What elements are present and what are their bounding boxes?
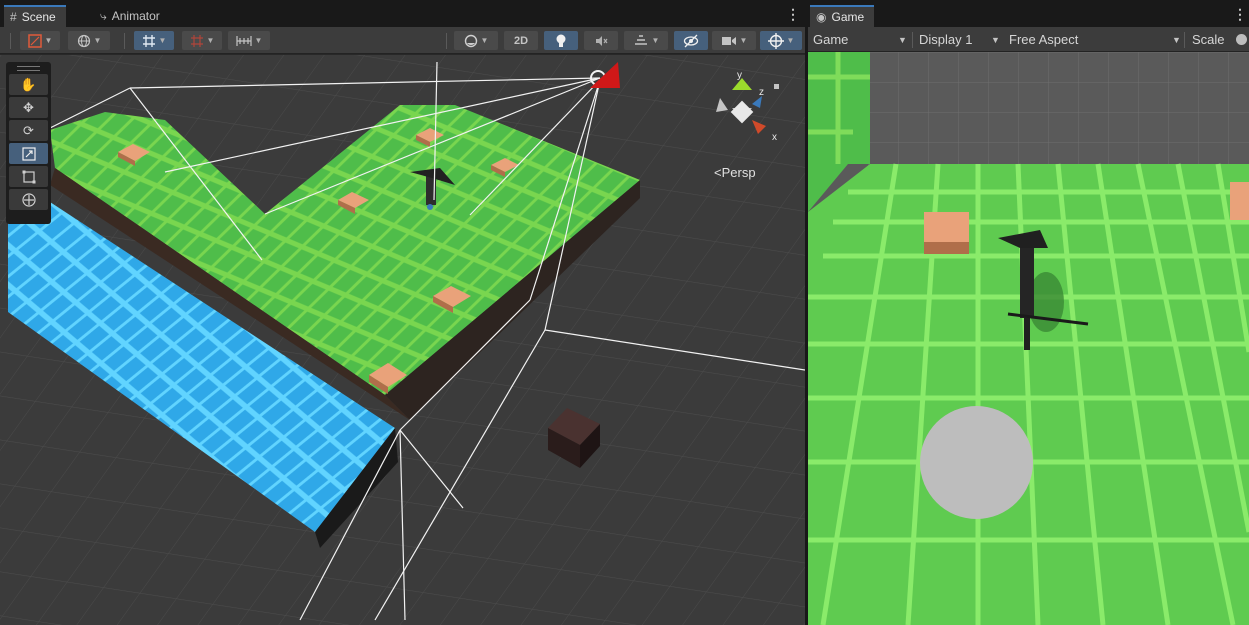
shaded-mode-icon [27,33,42,48]
camera-icon [721,36,736,45]
chevron-down-icon: ▼ [991,35,1000,45]
hand-icon: ✋ [20,76,37,92]
scene-render [0,55,805,625]
grid-hash-icon: # [10,9,17,24]
scene-visibility-button[interactable] [674,31,708,50]
game-viewport[interactable] [808,52,1249,625]
chevron-down-icon: ▼ [44,36,53,45]
projection-toggle[interactable]: <Persp [714,165,756,180]
game-crate [924,212,969,254]
speaker-muted-icon [596,35,608,46]
tab-game[interactable]: ◉ Game [810,5,875,27]
chevron-down-icon: ▼ [786,36,795,45]
light-bulb-icon [556,34,566,47]
rect-transform-icon [22,170,35,183]
scene-window: # Scene ⤷ Animator ⋮ ▼ ▼ ▼ ▼ ▼ ▼ 2D ▼ ▼ … [0,0,805,625]
chevron-down-icon: ▼ [739,36,748,45]
gizmo-icon [767,32,784,49]
game-render [808,52,1249,625]
increment-snap-dropdown[interactable]: ▼ [182,31,222,50]
toolbar-separator [446,33,447,49]
game-view-select-value: Game [813,32,849,47]
game-toolbar: Game ▼ Display 1 ▼ Free Aspect ▼ Scale [808,27,1249,52]
grid-snapping-button[interactable]: ▼ [134,31,174,50]
scene-viewport[interactable]: y z x [0,55,805,625]
animator-icon: ⤷ [100,9,107,23]
tab-animator[interactable]: ⤷ Animator [94,6,170,27]
globe-icon [77,34,90,47]
gizmo-axis-z-label: z [759,87,764,98]
chevron-down-icon: ▼ [93,36,102,45]
chevron-down-icon: ▼ [651,36,660,45]
toolbar-separator [1184,32,1185,48]
tab-scene[interactable]: # Scene [4,5,66,27]
rotate-tool-button[interactable]: ⟳ [9,120,48,141]
toggle-2d-button[interactable]: 2D [504,31,538,50]
toolbar-separator [912,32,913,48]
gizmos-dropdown[interactable]: ▼ [760,31,802,50]
increment-snap-icon [190,34,203,47]
effects-dropdown[interactable]: ▼ [624,31,668,50]
scale-icon [21,146,36,161]
align-dropdown[interactable]: ▼ [228,31,270,50]
gizmo-axis-y-label: y [737,70,742,81]
tab-animator-label: Animator [111,9,160,23]
shading-mode-dropdown[interactable]: ▼ [454,31,498,50]
chevron-down-icon: ▼ [158,36,167,45]
toolbar-separator [10,33,11,49]
display-select-value: Display 1 [919,32,973,47]
gamepad-icon: ◉ [816,9,827,24]
sphere-icon [464,34,477,47]
game-window: ◉ Game ⋮ Game ▼ Display 1 ▼ Free Aspect … [808,0,1249,625]
grid-snap-icon [142,34,155,47]
audio-toggle-button[interactable] [584,31,618,50]
scene-tabbar: # Scene ⤷ Animator ⋮ [0,0,805,27]
toolbar-separator [124,33,125,49]
effects-icon [634,34,647,45]
gizmo-axis-x-label: x [772,132,777,143]
eye-hidden-icon [683,34,699,47]
move-tool-button[interactable]: ✥ [9,97,48,118]
aspect-select[interactable]: Free Aspect [1009,27,1179,52]
game-crate-edge [1230,182,1249,220]
tab-scene-label: Scene [21,9,56,24]
scene-toolbar: ▼ ▼ ▼ ▼ ▼ ▼ 2D ▼ ▼ ▼ [0,27,805,54]
align-icon [235,35,252,46]
hand-tool-button[interactable]: ✋ [9,74,48,95]
rotate-icon: ⟳ [23,122,34,138]
global-local-dropdown[interactable]: ▼ [68,31,110,50]
chevron-down-icon: ▼ [206,36,215,45]
aspect-select-value: Free Aspect [1009,32,1079,47]
transform-tool-button[interactable] [9,189,48,210]
camera-dropdown[interactable]: ▼ [712,31,756,50]
chevron-down-icon: ▼ [254,36,263,45]
chevron-down-icon: ▼ [898,35,907,45]
rect-tool-button[interactable] [9,166,48,187]
chevron-down-icon: ▼ [480,36,489,45]
virtual-joystick[interactable] [920,406,1033,519]
scale-label: Scale [1192,32,1225,47]
lighting-toggle-button[interactable] [544,31,578,50]
persp-icon: < [714,165,722,180]
scale-tool-button[interactable] [9,143,48,164]
move-arrows-icon: ✥ [23,99,34,115]
game-tabbar: ◉ Game ⋮ [808,0,1249,27]
overlay-drag-handle[interactable] [17,66,40,71]
chevron-down-icon: ▼ [1172,35,1181,45]
tab-game-label: Game [831,9,865,24]
projection-label: Persp [721,165,756,180]
scene-more-menu-icon[interactable]: ⋮ [786,7,800,21]
scale-slider-handle[interactable] [1236,34,1247,45]
transform-icon [21,192,36,207]
draw-mode-dropdown[interactable]: ▼ [20,31,60,50]
tools-overlay: ✋ ✥ ⟳ [6,62,51,224]
game-more-menu-icon[interactable]: ⋮ [1233,7,1247,21]
